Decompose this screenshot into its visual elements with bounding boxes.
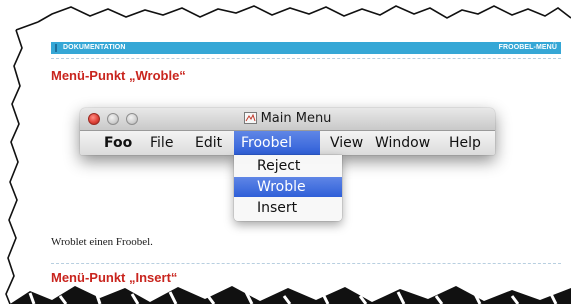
- froobel-dropdown: Reject Wroble Insert: [234, 155, 342, 221]
- doc-header-bar: DOKUMENTATION FROOBEL-MENÜ: [51, 42, 561, 54]
- document-icon: [243, 112, 257, 124]
- doc-header-right-label: FROOBEL-MENÜ: [498, 44, 557, 51]
- body-text: Wroblet einen Froobel.: [51, 236, 153, 248]
- menu-file[interactable]: File: [143, 131, 180, 155]
- section-title-insert: Menü-Punkt „Insert“: [51, 270, 178, 285]
- window-title-text: Main Menu: [260, 111, 332, 126]
- menubar: Foo File Edit Froobel View Window Help: [80, 131, 495, 155]
- menu-froobel[interactable]: Froobel: [234, 131, 320, 155]
- divider: [51, 58, 561, 59]
- main-menu-window: Main Menu Foo File Edit Froobel View Win…: [80, 108, 495, 155]
- window-title: Main Menu: [80, 108, 495, 130]
- dropdown-item-reject[interactable]: Reject: [234, 156, 342, 176]
- dropdown-item-insert[interactable]: Insert: [234, 198, 342, 218]
- menu-help[interactable]: Help: [442, 131, 488, 155]
- divider: [51, 263, 561, 264]
- menu-edit[interactable]: Edit: [188, 131, 229, 155]
- section-title-wroble: Menü-Punkt „Wroble“: [51, 68, 186, 83]
- menu-window[interactable]: Window: [368, 131, 437, 155]
- dropdown-item-wroble[interactable]: Wroble: [234, 177, 342, 197]
- doc-header-left-label: DOKUMENTATION: [63, 44, 126, 51]
- menu-view[interactable]: View: [323, 131, 370, 155]
- window-titlebar[interactable]: Main Menu: [80, 108, 495, 131]
- menu-foo[interactable]: Foo: [97, 131, 139, 155]
